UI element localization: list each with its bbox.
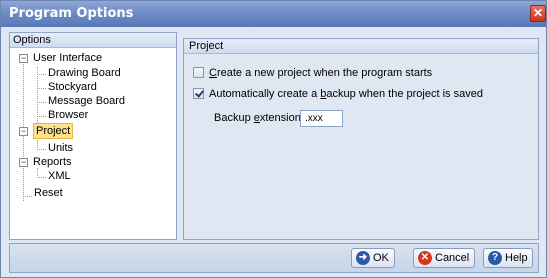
tree-item-label: User Interface <box>33 52 103 64</box>
ok-icon: ➜ <box>356 251 370 265</box>
project-header: Project <box>184 39 538 54</box>
tree-item-label: Reports <box>33 156 72 168</box>
tree-item-label: Drawing Board <box>48 67 121 79</box>
tree-item-drawing-board[interactable]: Drawing Board <box>48 66 121 80</box>
tree-item-stockyard[interactable]: Stockyard <box>48 80 97 94</box>
tree-item-label: Units <box>48 142 74 154</box>
collapse-icon[interactable]: − <box>19 54 28 63</box>
new-project-checkbox[interactable] <box>193 67 204 78</box>
tree-item-label: XML <box>48 170 71 182</box>
collapse-icon[interactable]: − <box>19 127 28 136</box>
tree-line <box>37 88 46 89</box>
ok-label: OK <box>373 252 389 264</box>
tree-line <box>37 102 46 103</box>
project-settings-panel: Project Create a new project when the pr… <box>183 38 539 240</box>
help-label: Help <box>505 252 528 264</box>
tree-line <box>37 140 38 148</box>
tree-line <box>37 177 46 178</box>
tree-line <box>37 67 38 123</box>
tree-item-label: Stockyard <box>48 81 97 93</box>
new-project-label: Create a new project when the program st… <box>209 67 433 79</box>
backup-extension-label: Backup extension <box>214 112 301 124</box>
program-options-dialog: Program Options ✕ Options − User Interfa… <box>0 0 547 278</box>
close-icon: ✕ <box>532 6 544 20</box>
tree-item-xml[interactable]: XML <box>48 169 71 183</box>
tree-line <box>37 168 38 176</box>
help-icon: ? <box>488 251 502 265</box>
cancel-icon: ✕ <box>418 251 432 265</box>
tree-item-message-board[interactable]: Message Board <box>48 94 125 108</box>
options-tree[interactable]: − User Interface Drawing Board Stockyard… <box>10 49 176 239</box>
tree-line <box>37 74 46 75</box>
title-bar[interactable]: Program Options ✕ <box>1 1 546 27</box>
options-header: Options <box>10 33 176 48</box>
tree-item-label: Message Board <box>48 95 126 107</box>
auto-backup-checkbox[interactable] <box>193 88 204 99</box>
tree-item-label: Browser <box>48 109 89 121</box>
options-panel: Options − User Interface Drawing Board S… <box>9 32 177 240</box>
help-button[interactable]: ? Help <box>483 248 533 268</box>
cancel-button[interactable]: ✕ Cancel <box>413 248 475 268</box>
tree-line <box>23 196 32 197</box>
tree-item-units[interactable]: Units <box>48 141 73 155</box>
auto-backup-label: Automatically create a backup when the p… <box>209 88 483 100</box>
tree-line <box>37 149 46 150</box>
window-title: Program Options <box>9 6 134 21</box>
collapse-icon[interactable]: − <box>19 158 28 167</box>
tree-item-browser[interactable]: Browser <box>48 108 88 122</box>
tree-item-label: Reset <box>34 187 63 199</box>
tree-line <box>37 116 46 117</box>
ok-button[interactable]: ➜ OK <box>351 248 395 268</box>
cancel-label: Cancel <box>435 252 470 264</box>
backup-extension-input[interactable]: .xxx <box>300 110 343 127</box>
close-button[interactable]: ✕ <box>530 5 546 22</box>
tree-item-label: Project <box>33 123 74 139</box>
tree-item-reset[interactable]: Reset <box>34 186 63 200</box>
dialog-footer: ➜ OK ✕ Cancel ? Help <box>9 243 539 273</box>
